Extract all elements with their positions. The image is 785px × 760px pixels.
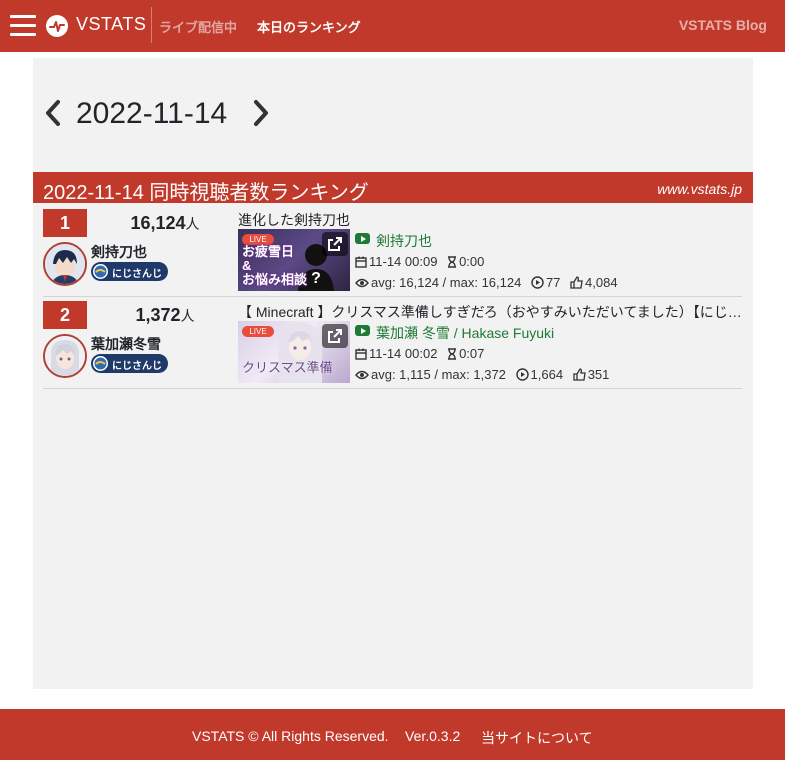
version-text: Ver.0.3.2 — [405, 728, 461, 744]
pulse-logo-icon[interactable] — [46, 15, 68, 37]
ranking-title: 2022-11-14 同時視聴者数ランキング — [43, 182, 369, 204]
nav-blog-link[interactable]: VSTATS Blog — [679, 17, 767, 33]
play-count: 1,664 — [530, 367, 564, 383]
viewer-unit: 人 — [185, 216, 200, 232]
nav-divider — [151, 7, 152, 43]
viewer-count-value: 16,124 — [130, 213, 186, 233]
chevron-right-icon[interactable] — [252, 96, 270, 130]
stream-stats: avg: 1,115 / max: 1,372 1,664 351 — [355, 366, 615, 382]
footer: VSTATS © All Rights Reserved. Ver.0.3.2 … — [0, 709, 785, 760]
avg-max-viewers: avg: 16,124 / max: 16,124 — [371, 275, 522, 291]
play-count: 77 — [545, 275, 561, 291]
viewer-count: 16,124人 — [105, 213, 225, 234]
site-url: www.vstats.jp — [657, 181, 742, 197]
org-name: にじさんじ — [112, 269, 162, 280]
menu-icon[interactable] — [10, 13, 36, 39]
ranking-row: 1 16,124人 剣持刀也 にじさんじ 進化した剣持刀也 LIVE ? お疲雪… — [43, 205, 742, 297]
date-title: 2022-11-14 — [76, 97, 228, 130]
copyright-text: VSTATS © All Rights Reserved. — [192, 728, 389, 744]
video-title[interactable]: 【 Minecraft 】クリスマス準備しすぎだろ（おやすみいただいてました）【… — [238, 302, 742, 322]
nijisanji-logo-icon — [93, 356, 108, 371]
duration: 0:00 — [459, 254, 485, 270]
org-badge[interactable]: にじさんじ — [91, 354, 168, 373]
thumbnail-caption: お疲雪日 & お悩み相談 — [242, 244, 308, 287]
nav-live-link[interactable]: ライブ配信中 — [159, 17, 237, 36]
play-circle-icon — [531, 276, 544, 289]
stream-time-info: 11-14 00:09 0:00 — [355, 253, 490, 269]
eye-icon — [355, 278, 369, 287]
top-navbar: VSTATS ライブ配信中 本日のランキング VSTATS Blog — [0, 0, 785, 52]
rank-badge: 1 — [43, 209, 87, 237]
svg-text:?: ? — [311, 270, 321, 287]
brand-name[interactable]: VSTATS — [76, 14, 146, 35]
org-name: にじさんじ — [112, 361, 162, 372]
external-link-icon[interactable] — [322, 324, 348, 348]
youtube-icon — [355, 233, 370, 244]
avg-max-viewers: avg: 1,115 / max: 1,372 — [371, 367, 506, 383]
like-count: 4,084 — [585, 275, 618, 291]
eye-icon — [355, 370, 369, 379]
streamer-name[interactable]: 葉加瀬冬雪 — [91, 334, 161, 354]
nav-today-ranking-link[interactable]: 本日のランキング — [257, 17, 361, 36]
calendar-icon — [355, 348, 367, 360]
channel-name[interactable]: 剣持刀也 — [376, 231, 432, 251]
avatar[interactable] — [43, 334, 87, 378]
stream-stats: avg: 16,124 / max: 16,124 77 4,084 — [355, 274, 624, 290]
youtube-icon — [355, 325, 370, 336]
start-time: 11-14 00:02 — [369, 346, 438, 362]
start-time: 11-14 00:09 — [369, 254, 438, 270]
hourglass-icon — [448, 255, 457, 268]
channel-name[interactable]: 葉加瀬 冬雪 / Hakase Fuyuki — [376, 323, 554, 343]
play-circle-icon — [515, 368, 529, 381]
viewer-count: 1,372人 — [105, 305, 225, 326]
video-thumbnail[interactable]: LIVE クリスマス準備 — [238, 321, 350, 383]
streamer-name[interactable]: 剣持刀也 — [91, 242, 147, 262]
hourglass-icon — [448, 347, 457, 360]
thumbs-up-icon — [573, 368, 586, 381]
stream-time-info: 11-14 00:02 0:07 — [355, 345, 490, 361]
video-title[interactable]: 進化した剣持刀也 — [238, 210, 742, 230]
ranking-row: 2 1,372人 葉加瀬冬雪 にじさんじ 【 Minecraft 】クリスマス準… — [43, 297, 742, 389]
external-link-icon[interactable] — [322, 232, 348, 256]
chevron-left-icon[interactable] — [44, 96, 62, 130]
avatar[interactable] — [43, 242, 87, 286]
viewer-count-value: 1,372 — [135, 305, 181, 325]
ranking-header: 2022-11-14 同時視聴者数ランキング www.vstats.jp — [33, 172, 753, 204]
thumbs-up-icon — [570, 276, 583, 289]
nijisanji-logo-icon — [93, 264, 108, 279]
thumbnail-caption: クリスマス準備 — [242, 360, 333, 375]
calendar-icon — [355, 256, 367, 268]
video-thumbnail[interactable]: LIVE ? お疲雪日 & お悩み相談 — [238, 229, 350, 291]
rank-badge: 2 — [43, 301, 87, 329]
about-link[interactable]: 当サイトについて — [481, 728, 593, 748]
viewer-unit: 人 — [180, 308, 195, 324]
like-count: 351 — [587, 367, 610, 383]
org-badge[interactable]: にじさんじ — [91, 262, 168, 281]
duration: 0:07 — [459, 346, 485, 362]
